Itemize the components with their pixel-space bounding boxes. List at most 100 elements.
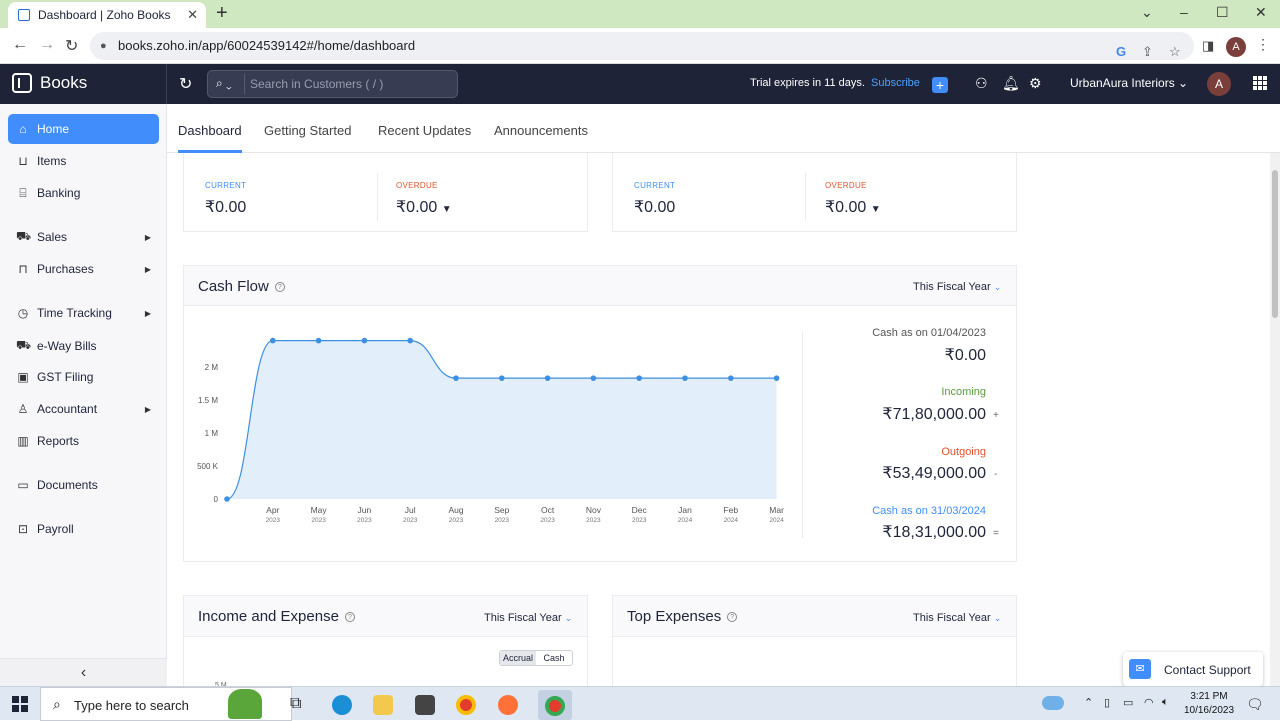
notifications-icon[interactable]: 🗨︎: [1246, 696, 1264, 713]
close-tab-icon[interactable]: ✕: [187, 7, 198, 23]
browser-profile-avatar[interactable]: A: [1226, 37, 1246, 57]
bookmark-star-icon[interactable]: ☆: [1169, 38, 1181, 66]
income-expense-period-select[interactable]: This Fiscal Year ⌄: [484, 612, 572, 624]
show-hidden-icons-icon[interactable]: ⌃: [1084, 696, 1093, 709]
tab-dashboard[interactable]: Dashboard: [178, 123, 242, 138]
tab-search-icon[interactable]: ⌄: [1141, 4, 1153, 21]
collapse-sidebar-button[interactable]: ‹: [0, 658, 167, 686]
file-explorer-icon[interactable]: [373, 695, 393, 715]
taskbar-search-text: Type here to search: [74, 698, 189, 713]
sidebar-item-eway-bills[interactable]: ⛟ e-Way Bills: [8, 331, 159, 361]
browser-tab[interactable]: Dashboard | Zoho Books ✕: [8, 2, 206, 28]
battery-icon[interactable]: ▭: [1123, 696, 1133, 709]
sidebar-item-purchases[interactable]: ⊓ Purchases ▶: [8, 254, 159, 284]
income-expense-header: Income and Expense? This Fiscal Year ⌄: [184, 596, 587, 637]
dragon-widget-icon[interactable]: [228, 689, 262, 719]
search-input[interactable]: [244, 74, 454, 94]
header-divider: [166, 64, 167, 104]
site-info-icon[interactable]: ●: [100, 32, 107, 60]
url-field[interactable]: ● books.zoho.in/app/60024539142#/home/da…: [90, 32, 1194, 60]
sidebar-item-sales[interactable]: ⛟ Sales ▶: [8, 222, 159, 252]
mail-app-icon[interactable]: [415, 695, 435, 715]
payroll-icon: ⊡: [17, 522, 29, 536]
subscribe-link[interactable]: Subscribe: [871, 77, 920, 89]
payables-overdue-dropdown[interactable]: ₹0.00 ▼: [825, 197, 881, 217]
weather-icon[interactable]: [1042, 696, 1064, 710]
google-icon[interactable]: G: [1116, 38, 1126, 66]
maximize-icon[interactable]: ☐: [1216, 4, 1229, 21]
receivables-current-value[interactable]: ₹0.00: [205, 197, 246, 217]
refer-users-icon[interactable]: ⚇: [975, 75, 988, 92]
quick-create-button[interactable]: +: [932, 77, 948, 93]
cash-flow-period-select[interactable]: This Fiscal Year ⌄: [913, 281, 1001, 293]
card-divider: [377, 173, 378, 221]
equals-sign: =: [993, 528, 999, 539]
cash-flow-area: [227, 340, 777, 499]
plus-sign: +: [993, 410, 999, 421]
tab-announcements[interactable]: Announcements: [494, 123, 588, 138]
wifi-icon[interactable]: ◠: [1144, 696, 1154, 709]
help-icon[interactable]: ?: [274, 282, 285, 292]
windows-start-icon[interactable]: [12, 696, 28, 712]
payables-current-value[interactable]: ₹0.00: [634, 197, 675, 217]
clock-icon: ◷: [17, 306, 29, 320]
close-window-icon[interactable]: ✕: [1255, 4, 1267, 21]
sidebar-item-time-tracking[interactable]: ◷ Time Tracking ▶: [8, 298, 159, 328]
sidebar-item-accountant[interactable]: ♙ Accountant ▶: [8, 394, 159, 424]
share-icon[interactable]: ⇪: [1142, 38, 1153, 66]
cash-flow-summary-divider: [802, 331, 803, 538]
edge-browser-icon[interactable]: [332, 695, 352, 715]
search-icon[interactable]: ⌕ ⌄: [216, 76, 232, 91]
recent-activity-icon[interactable]: ↻: [179, 74, 192, 94]
back-icon[interactable]: ←: [12, 36, 28, 54]
organization-switcher[interactable]: UrbanAura Interiors ⌄: [1070, 76, 1188, 90]
incoming-label: Incoming: [941, 386, 986, 398]
minimize-icon[interactable]: –: [1180, 4, 1188, 20]
sidebar-item-documents[interactable]: ▭ Documents: [8, 470, 159, 500]
accrual-cash-toggle[interactable]: Accrual Cash: [499, 650, 573, 666]
cash-option[interactable]: Cash: [536, 651, 572, 665]
settings-gear-icon[interactable]: ⚙: [1029, 75, 1042, 92]
notification-bell-icon[interactable]: 🔔︎: [1002, 75, 1020, 92]
app-launcher-grid-icon[interactable]: [1253, 76, 1267, 90]
sidebar-item-reports[interactable]: ▥ Reports: [8, 426, 159, 456]
y-tick-label: 1 M: [205, 429, 219, 438]
side-panel-icon[interactable]: ◨: [1202, 38, 1214, 54]
receivables-overdue-dropdown[interactable]: ₹0.00 ▼: [396, 197, 452, 217]
top-expenses-period-select[interactable]: This Fiscal Year ⌄: [913, 612, 1001, 624]
sidebar-item-items[interactable]: ⊔ Items: [8, 146, 159, 176]
y-tick-label: 1.5 M: [198, 396, 218, 405]
mail-icon: ✉: [1129, 659, 1151, 679]
forward-icon[interactable]: →: [39, 36, 55, 54]
tab-recent-updates[interactable]: Recent Updates: [378, 123, 471, 138]
reload-icon[interactable]: ↻: [65, 36, 78, 56]
sidebar-item-home[interactable]: ⌂ Home: [8, 114, 159, 144]
sidebar-item-payroll[interactable]: ⊡ Payroll: [8, 514, 159, 544]
chrome-icon[interactable]: [456, 695, 476, 715]
browser-menu-icon[interactable]: ⋮: [1256, 36, 1270, 53]
system-clock[interactable]: 3:21 PM 10/16/2023: [1178, 690, 1240, 718]
x-tick-year: 2024: [724, 517, 739, 524]
accrual-option[interactable]: Accrual: [500, 651, 536, 665]
opening-cash-value: ₹0.00: [944, 347, 986, 364]
tab-getting-started[interactable]: Getting Started: [264, 123, 351, 138]
help-icon[interactable]: ?: [344, 612, 355, 622]
help-icon[interactable]: ?: [727, 612, 738, 622]
sidebar-item-gst-filing[interactable]: ▣ GST Filing: [8, 362, 159, 392]
scrollbar-thumb[interactable]: [1272, 170, 1278, 318]
contact-support-button[interactable]: ✉ Contact Support: [1123, 652, 1263, 686]
volume-icon[interactable]: 🔈︎: [1162, 696, 1169, 709]
x-tick-month: Mar: [769, 505, 784, 515]
device-icon[interactable]: ▯: [1104, 696, 1110, 709]
data-point: [728, 375, 734, 381]
books-logo[interactable]: Books: [12, 73, 87, 93]
chrome-profile-icon[interactable]: [545, 696, 565, 716]
new-tab-icon[interactable]: +: [216, 3, 228, 23]
user-avatar[interactable]: A: [1207, 72, 1231, 96]
period-label: This Fiscal Year: [913, 612, 991, 624]
sidebar-item-banking[interactable]: ⌸ Banking: [8, 178, 159, 208]
task-view-icon[interactable]: ⧉: [290, 695, 310, 715]
global-search[interactable]: ⌕ ⌄: [207, 70, 458, 98]
firefox-icon[interactable]: [498, 695, 518, 715]
cash-flow-header: Cash Flow? This Fiscal Year ⌄: [184, 266, 1016, 306]
